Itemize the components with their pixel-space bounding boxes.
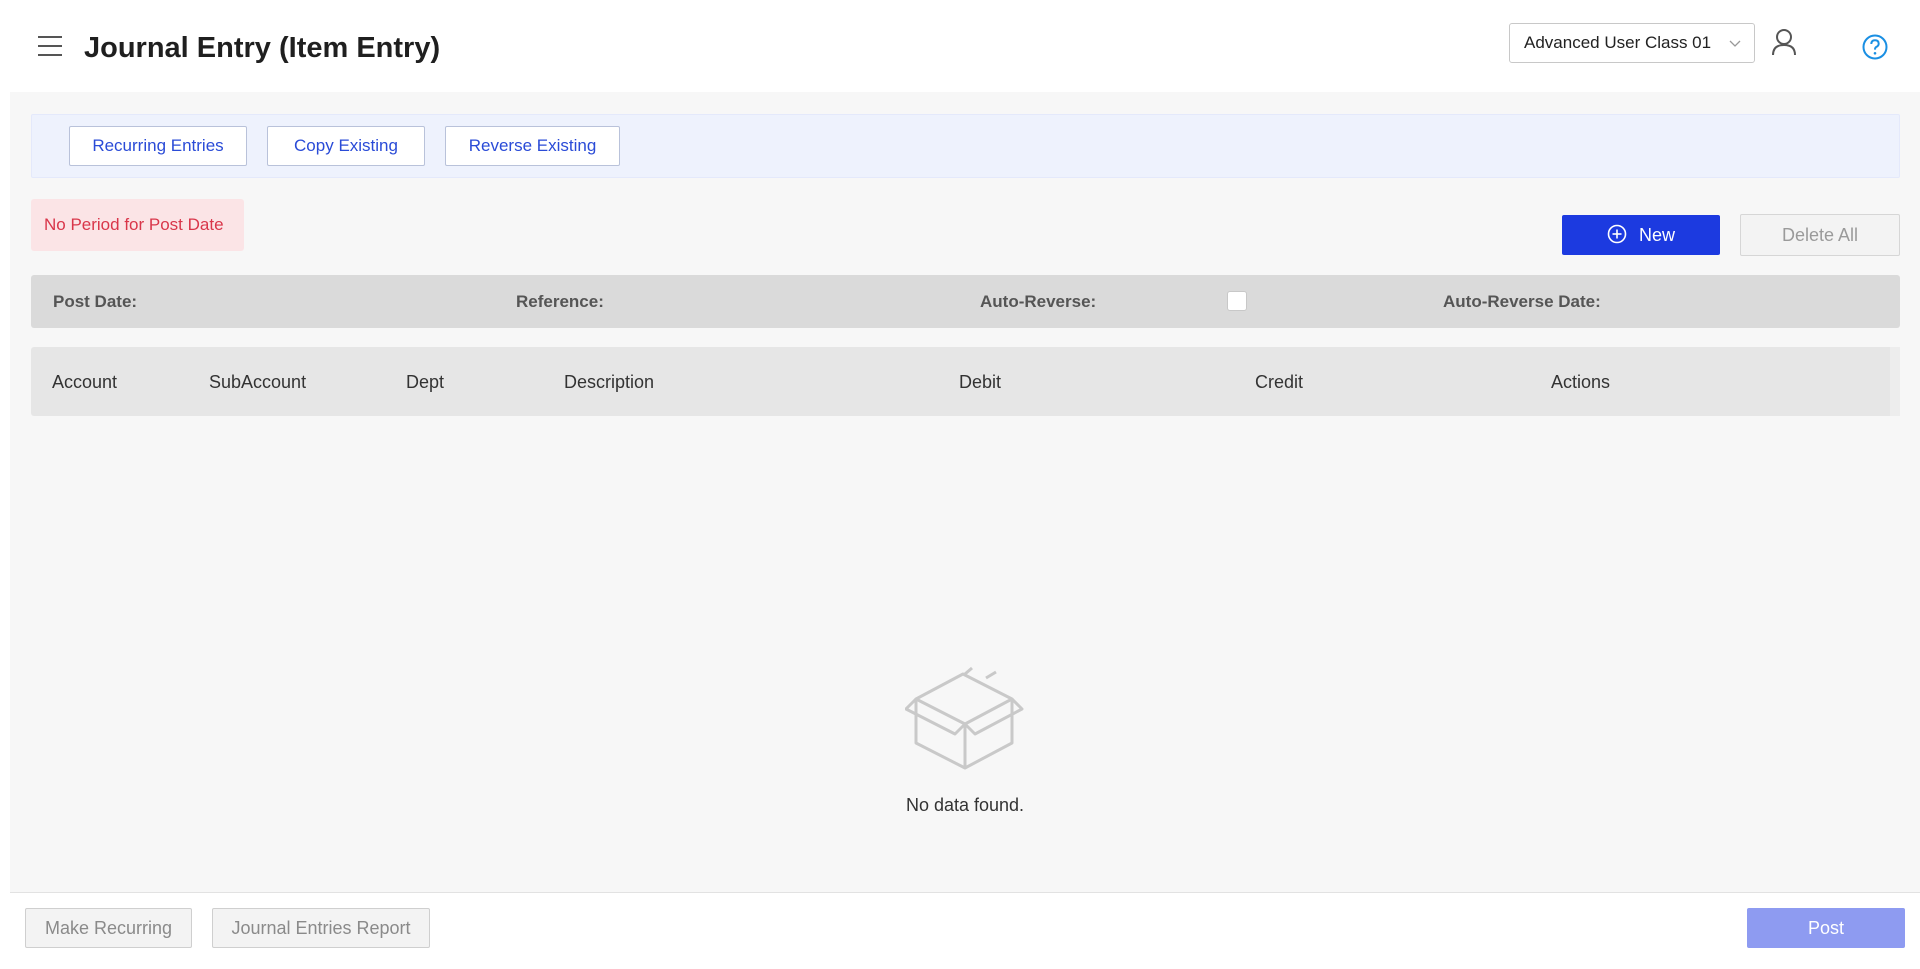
help-icon[interactable]	[1861, 33, 1889, 61]
reference-field[interactable]	[613, 287, 853, 313]
column-header-dept: Dept	[406, 372, 445, 392]
post-date-field[interactable]	[151, 287, 391, 313]
auto-reverse-date-field[interactable]	[1621, 287, 1861, 313]
hamburger-menu-icon[interactable]	[38, 36, 64, 58]
post-date-label: Post Date:	[53, 292, 138, 311]
column-header-subaccount: SubAccount	[209, 372, 307, 392]
column-header-credit: Credit	[1255, 372, 1304, 392]
empty-box-icon	[905, 666, 1024, 770]
page-title: Journal Entry (Item Entry)	[84, 32, 441, 64]
make-recurring-button[interactable]: Make Recurring	[25, 908, 192, 948]
auto-reverse-label: Auto-Reverse:	[980, 292, 1097, 311]
chevron-down-icon	[1729, 40, 1741, 47]
column-header-description: Description	[564, 372, 655, 392]
period-error-badge: No Period for Post Date	[31, 199, 244, 251]
auto-reverse-checkbox[interactable]	[1227, 291, 1247, 311]
user-class-value: Advanced User Class 01	[1524, 33, 1712, 52]
page-footer: Make Recurring Journal Entries Report Po…	[10, 892, 1920, 969]
entry-toolbar: Recurring Entries Copy Existing Reverse …	[31, 114, 1900, 178]
journal-entries-report-button[interactable]: Journal Entries Report	[212, 908, 430, 948]
reverse-existing-button[interactable]: Reverse Existing	[445, 126, 620, 166]
entry-fields-bar: Post Date: Reference: Auto-Reverse: Auto…	[31, 275, 1900, 328]
plus-circle-icon	[1607, 224, 1627, 244]
page-header: Journal Entry (Item Entry) Advanced User…	[0, 0, 1920, 92]
new-button-label: New	[1638, 224, 1675, 245]
recurring-entries-button[interactable]: Recurring Entries	[69, 126, 247, 166]
user-icon[interactable]	[1770, 28, 1798, 58]
main-panel: Recurring Entries Copy Existing Reverse …	[10, 92, 1920, 892]
column-header-debit: Debit	[959, 372, 1002, 392]
copy-existing-button[interactable]: Copy Existing	[267, 126, 425, 166]
post-button[interactable]: Post	[1747, 908, 1905, 948]
column-header-account: Account	[52, 372, 118, 392]
column-header-actions: Actions	[1551, 372, 1611, 392]
table-scroll-gutter	[1890, 347, 1900, 416]
delete-all-button[interactable]: Delete All	[1740, 214, 1900, 256]
user-class-select[interactable]: Advanced User Class 01	[1509, 23, 1755, 63]
auto-reverse-date-label: Auto-Reverse Date:	[1443, 292, 1601, 311]
new-entry-button[interactable]: New	[1562, 215, 1720, 255]
empty-state-message: No data found.	[905, 795, 1025, 815]
table-header: Account SubAccount Dept Description Debi…	[31, 347, 1900, 416]
reference-label: Reference:	[516, 292, 604, 311]
